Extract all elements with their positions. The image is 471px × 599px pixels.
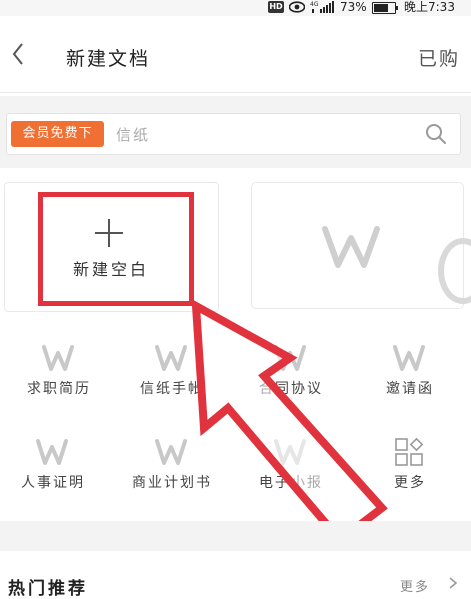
more-link[interactable]: 更多: [400, 576, 430, 595]
search-placeholder: 信纸: [116, 126, 151, 144]
template-label: 求职简历: [27, 381, 91, 397]
status-bar: HD 4G 73% 晚上7:33: [0, 0, 471, 16]
eye-icon: [289, 1, 305, 13]
grid-more-icon: [395, 438, 424, 466]
template-label: 人事证明: [21, 475, 85, 491]
member-free-badge[interactable]: 会员免费下: [11, 121, 104, 147]
template-tile-resume[interactable]: 求职简历: [0, 338, 118, 430]
template-tile-hr-certificate[interactable]: 人事证明: [0, 432, 112, 524]
section-divider: [0, 521, 471, 551]
search-icon[interactable]: [424, 122, 448, 146]
wps-w-icon: [36, 439, 68, 465]
header: 新建文档 已购: [0, 16, 471, 93]
clock: 晚上7:33: [404, 0, 455, 14]
battery-percent: 73%: [340, 0, 367, 14]
wps-w-icon: [42, 345, 74, 371]
wps-w-icon: [393, 345, 425, 371]
purchased-button[interactable]: 已购: [418, 44, 460, 71]
back-chevron-icon[interactable]: [8, 40, 32, 68]
page-title: 新建文档: [66, 48, 151, 70]
signal-icon: 4G: [310, 1, 334, 13]
hd-icon: HD: [268, 1, 284, 13]
chevron-right-icon[interactable]: [447, 576, 459, 590]
network-type-label: 4G: [310, 1, 319, 8]
highlight-box-annotation: [38, 192, 194, 306]
hot-recommend-title: 热门推荐: [8, 579, 88, 599]
battery-icon: [372, 2, 398, 14]
red-arrow-annotation: [191, 298, 388, 546]
wps-w-icon: [322, 226, 380, 268]
